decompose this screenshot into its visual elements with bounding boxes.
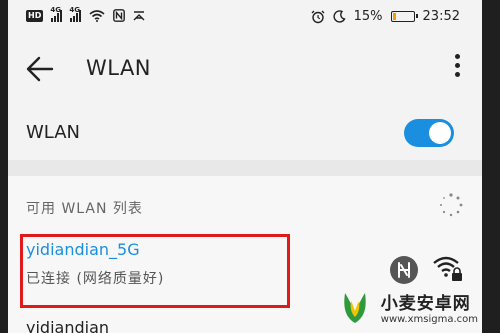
page-title: WLAN (86, 56, 152, 80)
watermark-text: 小麦安卓网 www.xmsigma.com (381, 289, 478, 325)
wlan-toggle-row[interactable]: WLAN (8, 102, 482, 160)
signal-4g-icon: 4G (50, 6, 63, 22)
wifi-icon (89, 9, 105, 22)
hilink-icon (390, 256, 418, 284)
hd-icon: HD (26, 9, 44, 22)
battery-percent: 15% (353, 9, 383, 24)
switch-knob (429, 122, 451, 144)
watermark: 小麦安卓网 www.xmsigma.com (335, 287, 478, 327)
alarm-icon (311, 10, 325, 23)
watermark-url: www.xmsigma.com (380, 314, 478, 325)
signal-4g-icon: 4G (69, 6, 82, 22)
more-options-icon[interactable] (454, 54, 460, 82)
wlan-switch[interactable] (404, 119, 454, 147)
phone-screen: HD 4G 4G 15% 23:52 WLAN WLAN 可用 WLAN 列表 … (8, 0, 482, 333)
right-edge (482, 0, 500, 333)
left-edge (0, 0, 8, 333)
scanning-spinner-icon (440, 193, 463, 217)
wifi-locked-icon (433, 256, 462, 281)
nfc-icon (113, 9, 126, 22)
wlan-toggle-label: WLAN (26, 122, 81, 143)
app-bar: WLAN (8, 36, 482, 102)
available-networks-heading: 可用 WLAN 列表 (26, 201, 143, 217)
network-status: 已连接 (网络质量好) (26, 271, 165, 287)
section-divider (8, 160, 482, 176)
network-ssid: yidiandian_5G (26, 240, 140, 259)
battery-icon (390, 11, 418, 22)
watermark-logo-icon (344, 293, 366, 323)
clock: 23:52 (422, 9, 460, 24)
status-bar: HD 4G 4G 15% 23:52 (8, 0, 482, 36)
moon-icon (333, 10, 346, 23)
back-arrow-icon[interactable] (26, 56, 54, 82)
status-right-icons: 15% 23:52 (311, 9, 460, 24)
no-sim-icon (133, 10, 145, 20)
battery-fill (392, 13, 396, 20)
network-ssid[interactable]: yidiandian (26, 318, 109, 333)
watermark-title: 小麦安卓网 (380, 294, 471, 314)
status-left-icons: HD 4G 4G (26, 6, 145, 22)
